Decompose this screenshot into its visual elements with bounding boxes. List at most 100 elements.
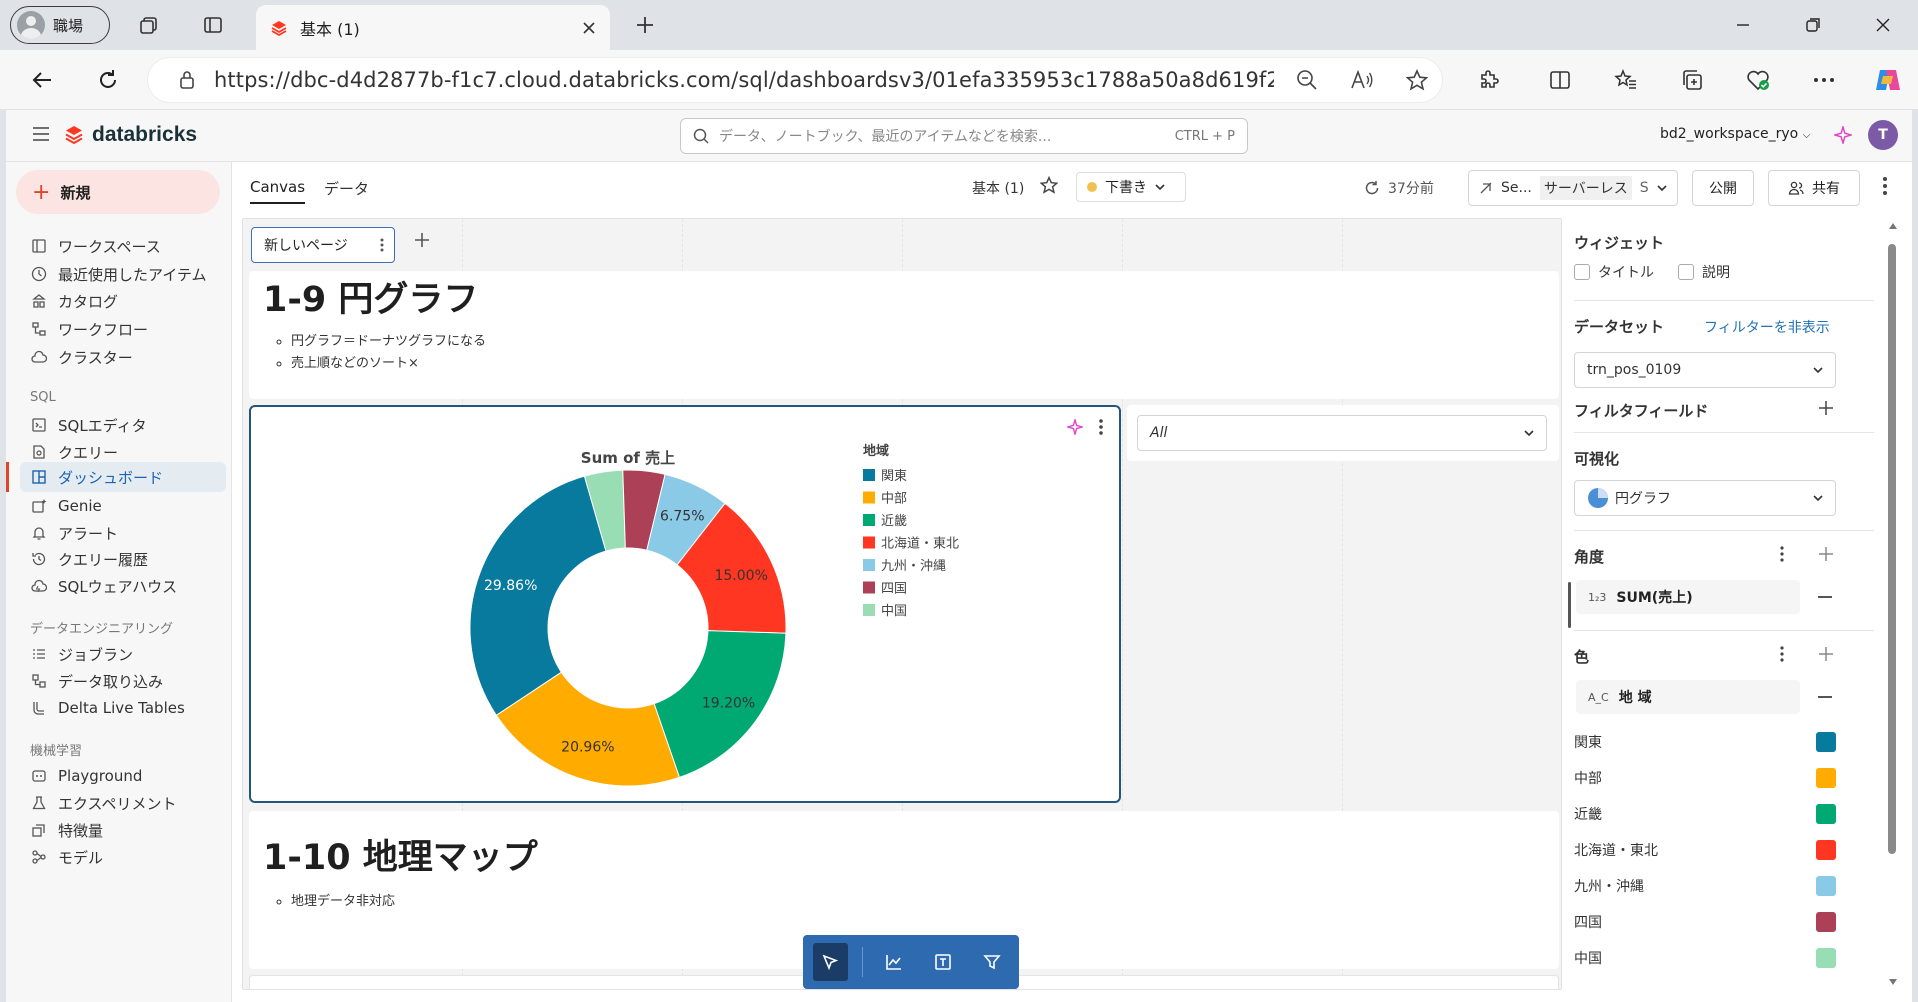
add-filter-button[interactable] [974,943,1009,981]
copilot-icon[interactable] [1866,58,1910,102]
add-visualization-button[interactable] [877,943,912,981]
favorite-star-icon[interactable] [1406,69,1428,91]
more-menu-icon[interactable] [1802,58,1846,102]
hide-filter-link[interactable]: フィルターを非表示 [1704,317,1830,337]
publish-button[interactable]: 公開 [1692,170,1754,206]
sidebar-item-experiments[interactable]: エクスペリメント [30,790,226,816]
browser-essentials-icon[interactable] [1736,58,1780,102]
color-swatch[interactable] [1816,912,1836,932]
select-tool-button[interactable] [813,943,848,981]
panel-scrollbar[interactable] [1886,222,1898,992]
databricks-logo[interactable]: databricks [64,123,197,147]
split-screen-icon[interactable] [1538,58,1582,102]
refresh-button[interactable]: 37分前 [1364,178,1434,198]
title-checkbox[interactable]: タイトル [1574,262,1654,282]
close-window-icon[interactable] [1848,0,1918,50]
legend-swatch[interactable] [863,469,875,481]
sidebar-item-delta-live-tables[interactable]: Delta Live Tables [30,695,226,721]
legend-label[interactable]: 四国 [881,582,907,597]
scroll-up-icon[interactable] [1888,222,1898,230]
remove-color-icon[interactable] [1818,696,1832,698]
global-search-input[interactable]: データ、ノートブック、最近のアイテムなどを検索... CTRL + P [680,118,1248,154]
collections-icon[interactable] [130,6,168,44]
collections-toolbar-icon[interactable] [1670,58,1714,102]
tab-canvas[interactable]: Canvas [250,178,306,204]
sidebar-item-workspace[interactable]: ワークスペース [30,233,226,259]
dataset-select[interactable]: trn_pos_0109 [1574,352,1836,388]
restore-icon[interactable] [1778,0,1848,50]
add-angle-icon[interactable] [1818,546,1834,562]
assistant-sparkle-icon[interactable] [1834,126,1852,144]
sidebar-item-query-history[interactable]: クエリー履歴 [30,546,226,572]
sidebar-item-clusters[interactable]: クラスター [30,344,226,370]
new-button[interactable]: + 新規 [16,170,220,214]
text-widget-section1[interactable]: 1-9 円グラフ 円グラフ＝ドーナツグラフになる 売上順などのソート× [249,271,1559,399]
scroll-down-icon[interactable] [1888,978,1898,986]
legend-label[interactable]: 関東 [881,468,907,484]
panel-resize-handle[interactable] [1568,582,1571,628]
scroll-thumb[interactable] [1888,244,1896,854]
sidebar-item-sql-editor[interactable]: SQLエディタ [30,412,226,438]
sidebar-item-features[interactable]: 特徴量 [30,817,226,843]
legend-label[interactable]: 近畿 [881,514,907,529]
sidebar-item-alerts[interactable]: アラート [30,520,226,546]
user-avatar[interactable]: T [1868,120,1898,150]
extensions-icon[interactable] [1466,58,1510,102]
legend-swatch[interactable] [863,604,875,616]
color-swatch[interactable] [1816,876,1836,896]
close-tab-icon[interactable] [582,21,596,35]
checkbox[interactable] [1678,264,1694,280]
read-aloud-icon[interactable] [1350,69,1374,91]
dashboard-title[interactable]: 基本 (1) [972,178,1024,198]
profile-button[interactable]: 職場 [10,6,110,44]
add-page-button[interactable] [413,231,431,249]
color-swatch[interactable] [1816,948,1836,968]
sidebar-item-sql-warehouses[interactable]: SQLウェアハウス [30,573,226,599]
description-checkbox[interactable]: 説明 [1678,262,1730,282]
sidebar-item-data-ingestion[interactable]: データ取り込み [30,668,226,694]
legend-label[interactable]: 北海道・東北 [881,536,959,552]
draft-status-dropdown[interactable]: 下書き [1076,172,1186,202]
address-bar[interactable]: https://dbc-d4d2877b-f1c7.cloud.databric… [148,58,1442,102]
sidebar-item-recents[interactable]: 最近使用したアイテム [30,261,226,287]
visualization-select[interactable]: 円グラフ [1574,480,1836,516]
color-kebab-icon[interactable] [1780,646,1784,662]
favorites-icon[interactable] [1604,58,1648,102]
zoom-icon[interactable] [1296,69,1318,91]
workspace-switcher[interactable]: bd2_workspace_ryo ⌵ [1660,126,1810,142]
color-swatch[interactable] [1816,768,1836,788]
legend-swatch[interactable] [863,581,875,594]
add-filter-field-icon[interactable] [1818,400,1834,416]
remove-angle-icon[interactable] [1818,596,1832,598]
checkbox[interactable] [1574,264,1590,280]
tab-data[interactable]: データ [324,178,369,199]
sidebar-item-dashboards[interactable]: ダッシュボード [20,462,226,492]
legend-swatch[interactable] [863,514,875,526]
pie-slice-関東[interactable] [469,475,607,716]
sidebar-item-genie[interactable]: Genie [30,493,226,519]
share-button[interactable]: 共有 [1768,170,1860,206]
sidebar-item-playground[interactable]: Playground [30,763,226,789]
page-kebab-icon[interactable] [380,238,384,252]
angle-field-pill[interactable]: 1₂3 SUM(売上) [1576,580,1800,614]
legend-swatch[interactable] [863,559,875,571]
browser-tab-active[interactable]: 基本 (1) [256,5,610,50]
legend-swatch[interactable] [863,536,875,549]
filter-widget[interactable]: All [1127,405,1559,461]
new-tab-icon[interactable] [626,6,664,44]
pie-chart-widget[interactable]: Sum of 売上 6.75% 15.00% 19.20% 20.96% 29.86% 地域… [249,405,1121,803]
favorite-star-icon[interactable] [1040,176,1058,194]
sidebar-item-job-runs[interactable]: ジョブラン [30,641,226,667]
add-color-icon[interactable] [1818,646,1834,662]
warehouse-selector[interactable]: Se... サーバーレス S [1468,170,1678,206]
legend-swatch[interactable] [863,491,875,504]
legend-label[interactable]: 九州・沖縄 [881,559,946,574]
color-swatch[interactable] [1816,804,1836,824]
back-arrow-icon[interactable] [20,58,64,102]
color-swatch[interactable] [1816,840,1836,860]
sidebar-item-catalog[interactable]: カタログ [30,288,226,314]
sidebar-item-models[interactable]: モデル [30,844,226,870]
legend-label[interactable]: 中国 [881,604,907,619]
sidebar-item-workflows[interactable]: ワークフロー [30,316,226,342]
color-swatch[interactable] [1816,732,1836,752]
